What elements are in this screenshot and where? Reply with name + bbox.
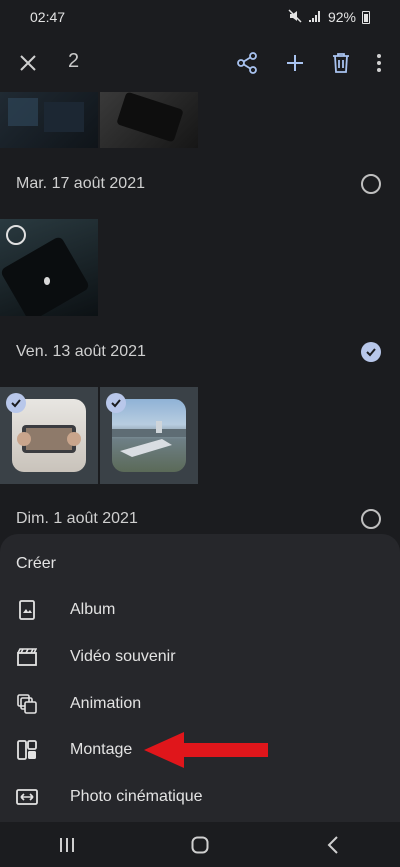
select-photo-radio[interactable] — [6, 225, 26, 245]
battery-percent: 92% — [327, 9, 356, 25]
home-icon[interactable] — [185, 830, 215, 860]
photo-thumbnail[interactable] — [0, 219, 98, 316]
animation-icon — [16, 693, 38, 715]
select-day-radio[interactable] — [361, 509, 381, 529]
battery-icon — [362, 10, 370, 24]
menu-item-label: Album — [70, 601, 116, 618]
photo-thumbnail-selected[interactable] — [0, 387, 98, 484]
mute-icon — [288, 8, 302, 26]
album-icon — [16, 599, 38, 621]
select-day-radio[interactable] — [361, 174, 381, 194]
signal-icon — [308, 9, 322, 26]
red-arrow-annotation — [144, 732, 268, 768]
menu-item-label: Vidéo souvenir — [70, 648, 176, 665]
add-icon[interactable] — [283, 51, 307, 75]
selected-check-icon — [106, 393, 126, 413]
create-bottom-sheet: Créer Album Vidéo souvenir Animation Mon… — [0, 534, 400, 824]
photo-thumbnail-selected[interactable] — [100, 387, 198, 484]
status-right: 92% — [288, 8, 370, 26]
selected-check-icon — [6, 393, 26, 413]
close-icon[interactable] — [16, 51, 40, 75]
menu-item-cinematic-photo[interactable]: Photo cinématique — [0, 774, 400, 820]
selection-toolbar: 2 — [0, 34, 400, 92]
menu-item-album[interactable]: Album — [0, 587, 400, 633]
status-time: 02:47 — [30, 9, 66, 25]
menu-item-label: Animation — [70, 695, 142, 712]
selected-count: 2 — [68, 50, 80, 72]
date-header: Ven. 13 août 2021 — [16, 343, 146, 360]
trash-icon[interactable] — [329, 51, 353, 75]
menu-item-memory-video[interactable]: Vidéo souvenir — [0, 634, 400, 680]
menu-item-animation[interactable]: Animation — [0, 681, 400, 727]
share-icon[interactable] — [235, 51, 259, 75]
recent-apps-icon[interactable] — [52, 830, 82, 860]
sheet-title: Créer — [16, 555, 57, 572]
menu-item-label: Montage — [70, 741, 133, 758]
system-navigation-bar — [0, 822, 400, 867]
date-header: Dim. 1 août 2021 — [16, 510, 138, 527]
date-header: Mar. 17 août 2021 — [16, 175, 145, 192]
status-bar: 02:47 92% — [0, 0, 400, 34]
photo-thumbnail[interactable] — [0, 92, 98, 148]
photo-thumbnail[interactable] — [100, 92, 198, 148]
collage-icon — [16, 739, 38, 761]
back-icon[interactable] — [318, 830, 348, 860]
cinematic-photo-icon — [16, 786, 38, 808]
clapperboard-icon — [16, 646, 38, 668]
menu-item-label: Photo cinématique — [70, 788, 203, 805]
more-icon[interactable] — [367, 51, 391, 75]
day-selected-check-icon[interactable] — [361, 342, 381, 362]
